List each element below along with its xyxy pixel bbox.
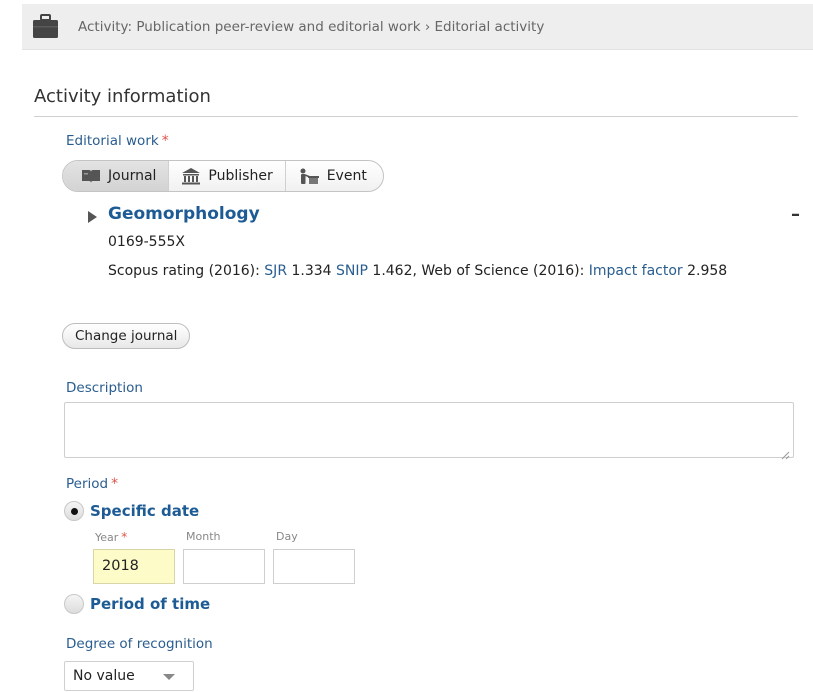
tab-event[interactable]: Event: [286, 161, 383, 191]
breadcrumb: Activity: Publication peer-review and ed…: [78, 19, 545, 35]
recognition-select[interactable]: No value: [64, 661, 194, 691]
radio-button-unchecked[interactable]: [64, 594, 84, 614]
chevron-down-icon: [163, 674, 175, 680]
year-label: Year *: [95, 530, 127, 544]
book-icon: [81, 168, 101, 184]
journal-title-link[interactable]: Geomorphology: [108, 204, 260, 224]
breadcrumb-bar: Activity: Publication peer-review and ed…: [22, 4, 813, 50]
impact-factor-link[interactable]: Impact factor: [589, 263, 683, 279]
section-divider: [34, 116, 798, 117]
sjr-link[interactable]: SJR: [264, 263, 287, 279]
collapse-button[interactable]: –: [791, 204, 800, 225]
year-input[interactable]: 2018: [93, 549, 175, 584]
briefcase-icon: [32, 13, 59, 40]
required-mark: *: [161, 133, 169, 149]
specific-date-label[interactable]: Specific date: [90, 502, 199, 520]
journal-issn: 0169-555X: [108, 234, 185, 250]
editorial-work-label: Editorial work *: [66, 133, 169, 149]
tab-journal-label: Journal: [108, 168, 157, 184]
snip-link[interactable]: SNIP: [336, 263, 368, 279]
presenter-icon: [298, 167, 320, 185]
radio-button-checked[interactable]: [64, 501, 84, 521]
editorial-type-segmented-control: Journal Publisher Event: [62, 160, 384, 192]
expand-triangle-icon[interactable]: [88, 211, 97, 223]
sjr-value: 1.334: [287, 263, 337, 279]
tab-event-label: Event: [326, 168, 367, 184]
month-input[interactable]: [183, 549, 265, 584]
radio-period-of-time[interactable]: Period of time: [64, 594, 210, 614]
recognition-selected-value: No value: [73, 668, 135, 684]
day-label: Day: [276, 530, 298, 543]
description-textarea[interactable]: [64, 402, 794, 460]
tab-journal[interactable]: Journal: [63, 161, 170, 191]
resize-grip-icon[interactable]: [781, 445, 790, 460]
year-label-text: Year: [95, 531, 119, 544]
period-label: Period *: [66, 476, 118, 492]
scopus-rating-text: Scopus rating (2016):: [108, 263, 265, 279]
month-label: Month: [186, 530, 221, 543]
radio-specific-date[interactable]: Specific date: [64, 501, 199, 521]
change-journal-button[interactable]: Change journal: [62, 323, 191, 349]
snip-value: 1.462, Web of Science (2016):: [367, 263, 589, 279]
recognition-label: Degree of recognition: [66, 636, 213, 652]
day-input[interactable]: [273, 549, 355, 584]
description-label: Description: [66, 380, 143, 396]
required-mark: *: [111, 476, 119, 492]
building-icon: [181, 167, 201, 185]
period-label-text: Period: [66, 476, 109, 492]
editorial-work-label-text: Editorial work: [66, 133, 159, 149]
impact-factor-value: 2.958: [682, 263, 728, 279]
tab-publisher[interactable]: Publisher: [169, 161, 286, 191]
section-title: Activity information: [34, 86, 211, 107]
tab-publisher-label: Publisher: [208, 168, 273, 184]
period-of-time-label[interactable]: Period of time: [90, 595, 210, 613]
required-mark: *: [121, 530, 128, 544]
journal-metrics: Scopus rating (2016): SJR 1.334 SNIP 1.4…: [108, 259, 768, 283]
